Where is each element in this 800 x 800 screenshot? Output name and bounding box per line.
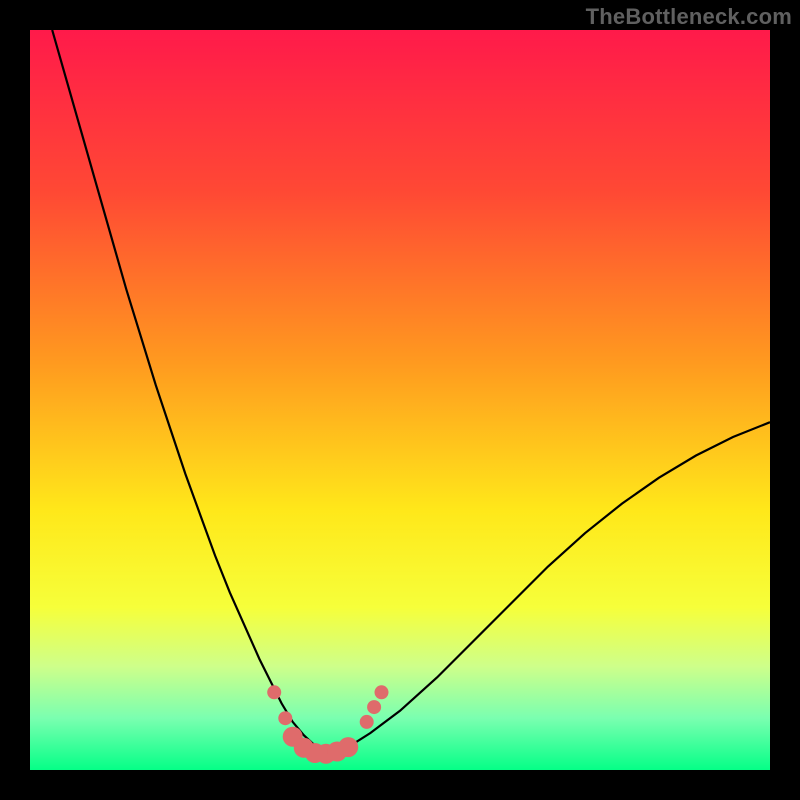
marker-dot <box>360 715 374 729</box>
plot-background <box>30 30 770 770</box>
marker-dot <box>278 711 292 725</box>
marker-dot <box>367 700 381 714</box>
marker-dot <box>375 685 389 699</box>
chart-frame: TheBottleneck.com <box>0 0 800 800</box>
marker-dot <box>338 737 358 757</box>
bottleneck-curve-chart <box>0 0 800 800</box>
marker-dot <box>267 685 281 699</box>
watermark-text: TheBottleneck.com <box>586 4 792 30</box>
